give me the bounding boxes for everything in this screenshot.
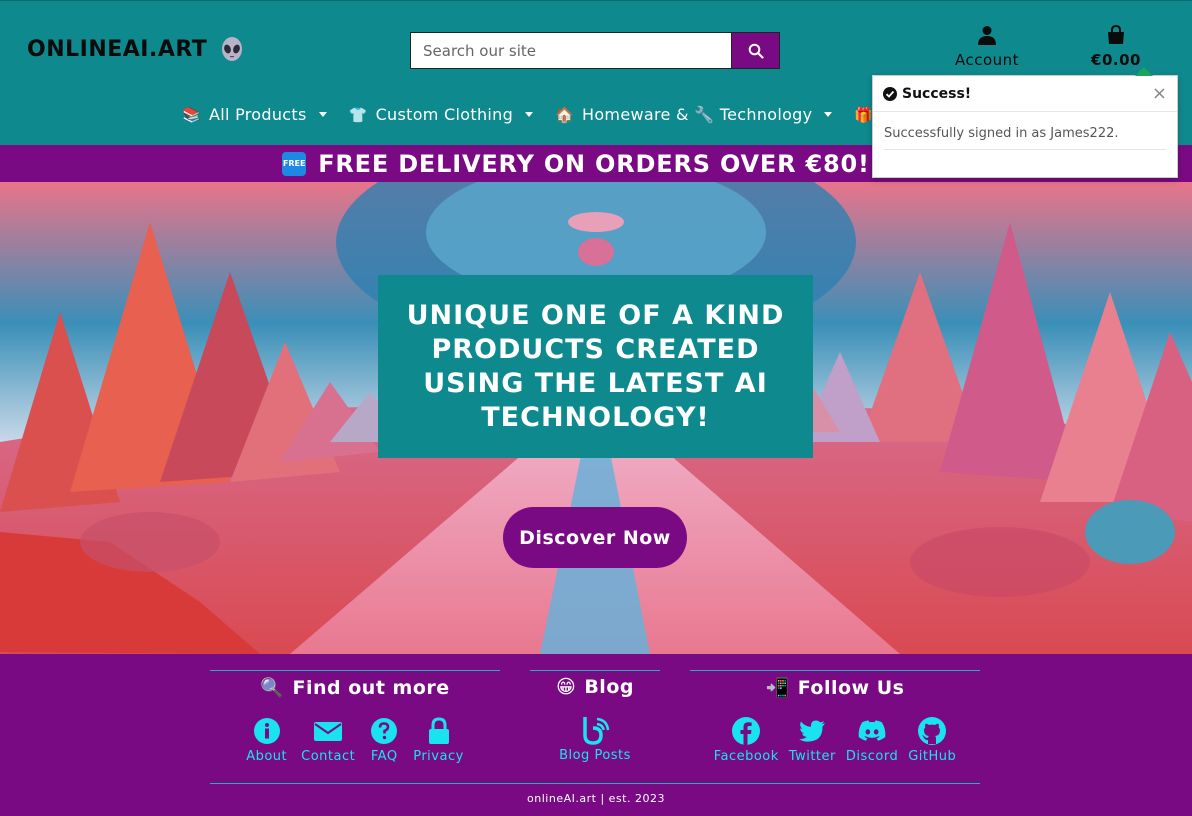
footer-link-label: Facebook <box>713 749 779 764</box>
toast-body: Successfully signed in as James222. <box>873 112 1177 150</box>
toast-title: Success! <box>902 85 972 102</box>
footer-link-label: FAQ <box>370 749 398 764</box>
copyright-text: onlineAI.art | est. 2023 <box>527 792 665 805</box>
logo-text[interactable]: ONLINEAI.ART <box>27 37 207 62</box>
caret-down-icon <box>525 112 534 117</box>
phone-emoji-icon: 📲 <box>765 677 790 699</box>
toast-header: Success! × <box>873 76 1177 112</box>
close-icon[interactable]: × <box>1152 84 1167 103</box>
footer-link-faq[interactable]: FAQ <box>369 716 399 764</box>
footer-links: Facebook Twitter Discord GitHub <box>690 716 980 764</box>
footer-column-title: 📲 Follow Us <box>690 676 980 700</box>
hero-headline: UNIQUE ONE OF A KIND PRODUCTS CREATED US… <box>406 299 785 433</box>
user-icon <box>978 26 996 45</box>
footer-link-about[interactable]: About <box>246 716 287 764</box>
footer-link-label: Privacy <box>413 749 464 764</box>
caret-down-icon <box>824 112 833 117</box>
footer-link-twitter[interactable]: Twitter <box>789 716 836 764</box>
search-icon <box>748 43 764 59</box>
tshirt-icon: 👕 <box>348 105 368 124</box>
main-nav: 📚 All Products 👕 Custom Clothing 🏠 Homew… <box>182 105 873 124</box>
footer-column-title-text: Blog <box>584 676 634 698</box>
footer-link-label: Twitter <box>788 749 836 764</box>
footer-divider <box>210 783 980 784</box>
footer-link-label: Discord <box>845 749 899 764</box>
gift-icon: 🎁 <box>854 105 874 124</box>
footer-find-out-more: 🔍 Find out more About Contact FAQ Privac… <box>210 670 500 764</box>
footer-blog: 😁 Blog Blog Posts <box>530 670 660 763</box>
discord-icon <box>858 720 886 741</box>
nav-homeware-technology[interactable]: 🏠 Homeware & 🔧 Technology <box>555 105 833 124</box>
facebook-icon <box>732 717 761 745</box>
footer-link-privacy[interactable]: Privacy <box>413 716 464 764</box>
nav-label: All Products <box>208 105 307 124</box>
hero-headline-box: UNIQUE ONE OF A KIND PRODUCTS CREATED US… <box>378 275 813 458</box>
footer-link-blog-posts[interactable]: Blog Posts <box>559 715 631 763</box>
footer-column-title: 🔍 Find out more <box>210 676 500 700</box>
nav-all-products[interactable]: 📚 All Products <box>182 105 327 124</box>
nav-custom-clothing[interactable]: 👕 Custom Clothing <box>348 105 534 124</box>
blog-icon <box>583 717 610 745</box>
delivery-banner-text: FREE DELIVERY ON ORDERS OVER €80! <box>318 149 870 178</box>
footer-links: Blog Posts <box>530 715 660 763</box>
books-icon: 📚 <box>182 105 201 124</box>
success-toast: Success! × Successfully signed in as Jam… <box>872 67 1178 178</box>
discover-now-button[interactable]: Discover Now <box>503 507 687 568</box>
footer-link-discord[interactable]: Discord <box>846 716 898 764</box>
site-footer: 🔍 Find out more About Contact FAQ Privac… <box>0 654 1192 816</box>
footer-links: About Contact FAQ Privacy <box>210 716 500 764</box>
toast-arrow <box>1135 67 1153 76</box>
cart-link[interactable]: €0.00 <box>1080 24 1152 69</box>
nav-gifts[interactable]: 🎁 <box>854 106 873 124</box>
nav-label: Custom Clothing <box>375 105 514 124</box>
twitter-icon <box>799 720 826 742</box>
footer-link-contact[interactable]: Contact <box>301 716 355 764</box>
grin-emoji-icon: 😁 <box>556 676 577 698</box>
hero-section: UNIQUE ONE OF A KIND PRODUCTS CREATED US… <box>0 182 1192 654</box>
footer-link-label: GitHub <box>908 749 957 764</box>
house-icon: 🏠 <box>555 105 575 124</box>
toast-message: Successfully signed in as James222. <box>884 126 1166 150</box>
footer-column-title-text: Follow Us <box>797 676 905 699</box>
lock-icon <box>428 717 449 744</box>
footer-column-title: 😁 Blog <box>530 676 660 698</box>
footer-follow-us: 📲 Follow Us Facebook Twitter Discord Git… <box>690 670 980 764</box>
free-badge-icon: FREE <box>282 151 307 176</box>
account-label: Account <box>954 51 1020 69</box>
question-icon <box>371 718 398 744</box>
alien-icon <box>222 37 243 61</box>
github-icon <box>918 717 947 745</box>
search-form <box>410 32 780 69</box>
footer-link-label: Contact <box>301 749 356 764</box>
check-circle-icon <box>883 86 897 101</box>
footer-link-label: About <box>246 749 288 764</box>
shopping-bag-icon <box>1108 24 1124 44</box>
footer-link-label: Blog Posts <box>559 748 631 763</box>
footer-link-facebook[interactable]: Facebook <box>714 716 779 764</box>
site-logo[interactable]: ONLINEAI.ART <box>27 36 245 62</box>
info-icon <box>253 718 280 744</box>
account-menu[interactable]: Account <box>944 25 1030 69</box>
magnifier-emoji-icon: 🔍 <box>260 677 285 699</box>
footer-link-github[interactable]: GitHub <box>908 716 956 764</box>
search-button[interactable] <box>731 32 780 69</box>
nav-label: Homeware & 🔧 Technology <box>582 105 813 124</box>
search-input[interactable] <box>410 32 731 69</box>
caret-down-icon <box>318 112 327 117</box>
footer-column-title-text: Find out more <box>292 676 450 699</box>
envelope-icon <box>314 722 343 741</box>
